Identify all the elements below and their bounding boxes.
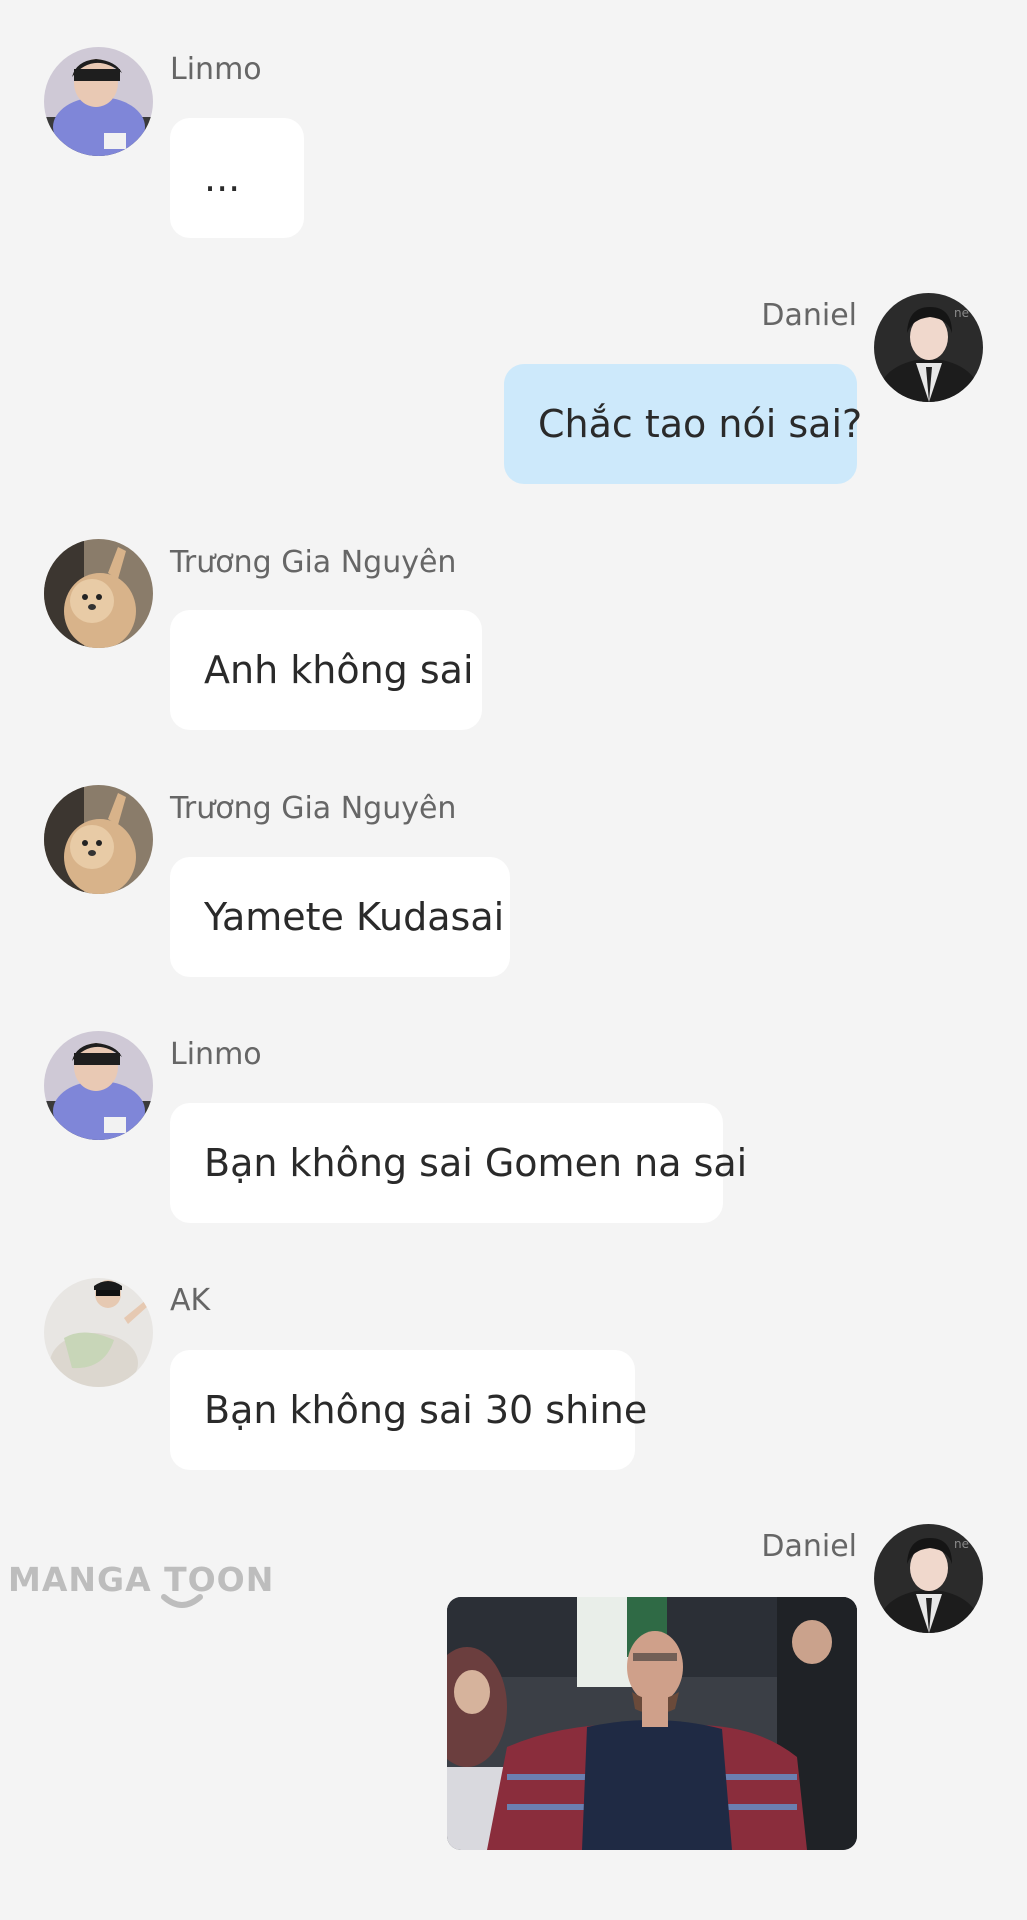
avatar-linmo[interactable]: [44, 47, 153, 156]
watermark-logo: MANGA TOON: [8, 1560, 275, 1599]
avatar-daniel[interactable]: [874, 1524, 983, 1633]
sender-name: Linmo: [170, 52, 262, 87]
avatar-dog[interactable]: [44, 539, 153, 648]
message-bubble[interactable]: Bạn không sai 30 shine: [170, 1350, 647, 1470]
sender-name: Trương Gia Nguyên: [170, 545, 457, 580]
watermark-smile-icon: [161, 1594, 203, 1608]
sender-name: Trương Gia Nguyên: [170, 791, 457, 826]
message-bubble[interactable]: Yamete Kudasai: [170, 857, 510, 977]
sender-name: Linmo: [170, 1037, 262, 1072]
message-bubble[interactable]: Bạn không sai Gomen na sai: [170, 1103, 747, 1223]
avatar-dog[interactable]: [44, 785, 153, 894]
message-bubble[interactable]: Chắc tao nói sai?: [504, 364, 862, 484]
meme-photo[interactable]: [447, 1597, 857, 1850]
message-bubble[interactable]: Anh không sai: [170, 610, 482, 730]
sender-name: Daniel: [761, 1529, 857, 1564]
avatar-daniel[interactable]: [874, 293, 983, 402]
sender-name: Daniel: [761, 298, 857, 333]
avatar-linmo[interactable]: [44, 1031, 153, 1140]
message-bubble[interactable]: ...: [170, 118, 304, 238]
avatar-ak[interactable]: [44, 1278, 153, 1387]
sender-name: AK: [170, 1283, 211, 1318]
